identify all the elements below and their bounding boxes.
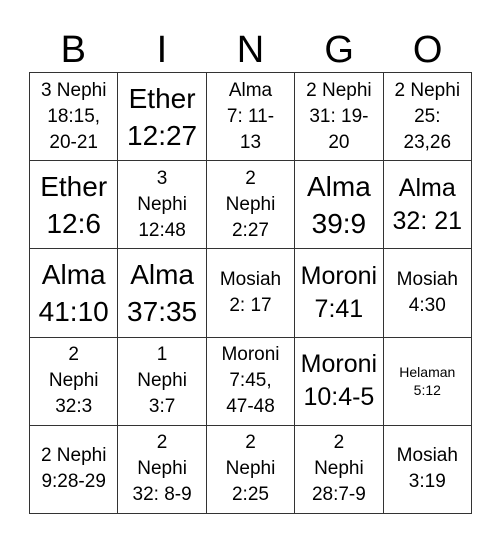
header-letter-b: B xyxy=(60,29,86,71)
bingo-cell[interactable]: 2 Nephi 2:27 xyxy=(206,161,296,250)
bingo-cell[interactable]: 2 Nephi 28:7-9 xyxy=(295,425,384,514)
bingo-cell[interactable]: Ether 12:6 xyxy=(30,161,119,250)
bingo-cell[interactable]: Alma 32: 21 xyxy=(383,161,472,250)
header-letter-o: O xyxy=(412,29,443,71)
bingo-cell[interactable]: Alma 7: 11- 13 xyxy=(206,73,296,162)
bingo-cell[interactable]: Mosiah 2: 17 xyxy=(206,249,296,338)
bingo-cell[interactable]: 3 Nephi 18:15, 20-21 xyxy=(30,73,119,162)
bingo-cell[interactable]: Moroni 7:45, 47-48 xyxy=(206,337,296,426)
header-letter-i: I xyxy=(156,29,168,71)
header-letter-g: G xyxy=(324,29,354,71)
bingo-header: B I N G O xyxy=(29,28,472,72)
bingo-cell[interactable]: 1 Nephi 3:7 xyxy=(118,337,207,426)
bingo-cell[interactable]: Alma 41:10 xyxy=(30,249,119,338)
bingo-cell[interactable]: 2 Nephi 25: 23,26 xyxy=(383,73,472,162)
bingo-cell[interactable]: Moroni 7:41 xyxy=(295,249,384,338)
bingo-cell[interactable]: 2 Nephi 32:3 xyxy=(30,337,119,426)
header-letter-n: N xyxy=(236,29,265,71)
bingo-cell[interactable]: Helaman 5:12 xyxy=(383,337,472,426)
bingo-card-grid: 3 Nephi 18:15, 20-21 Ether 12:27 Alma 7: 1… xyxy=(29,72,472,514)
bingo-cell[interactable]: 2 Nephi 32: 8-9 xyxy=(118,425,207,514)
bingo-cell[interactable]: Moroni 10:4-5 xyxy=(295,337,384,426)
bingo-cell[interactable]: Alma 39:9 xyxy=(295,161,384,250)
bingo-cell[interactable]: Mosiah 4:30 xyxy=(383,249,472,338)
bingo-cell[interactable]: Alma 37:35 xyxy=(118,249,207,338)
bingo-cell[interactable]: 3 Nephi 12:48 xyxy=(118,161,207,250)
bingo-cell[interactable]: 2 Nephi 2:25 xyxy=(206,425,296,514)
bingo-cell[interactable]: Mosiah 3:19 xyxy=(383,425,472,514)
bingo-cell[interactable]: 2 Nephi 31: 19- 20 xyxy=(295,73,384,162)
bingo-cell[interactable]: Ether 12:27 xyxy=(118,73,207,162)
bingo-cell[interactable]: 2 Nephi 9:28-29 xyxy=(30,425,119,514)
